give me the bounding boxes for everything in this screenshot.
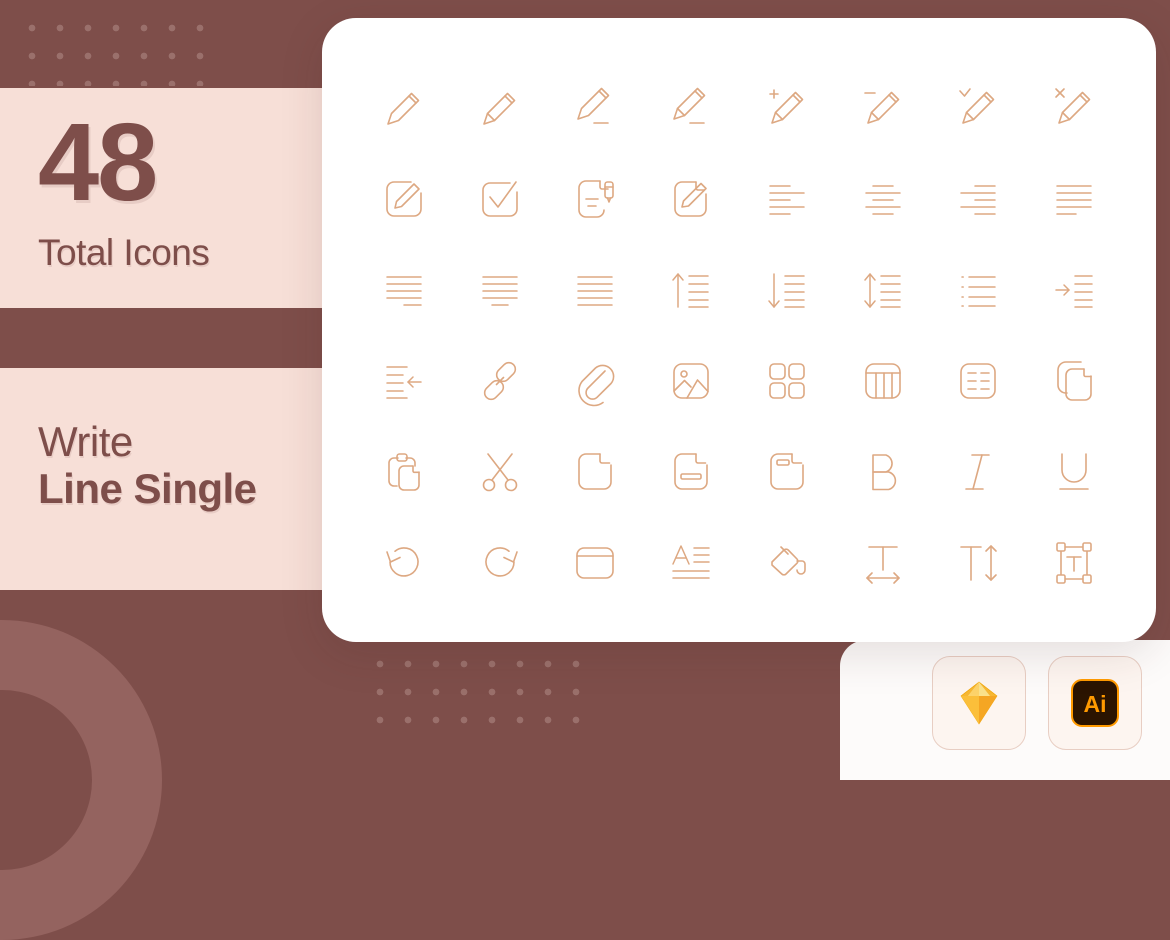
document-pencil-icon[interactable] — [566, 170, 624, 228]
icon-sheet — [322, 18, 1156, 642]
background-root: 48 Total Icons Write Line Single Ai — [0, 0, 1170, 940]
sort-descending-icon[interactable] — [758, 261, 816, 319]
pencil-check-icon[interactable] — [949, 79, 1007, 137]
sort-ascending-icon[interactable] — [662, 261, 720, 319]
file-icon[interactable] — [566, 443, 624, 501]
title-panel: Write Line Single — [0, 368, 330, 590]
window-card-icon[interactable] — [566, 534, 624, 592]
icon-grid — [322, 18, 1156, 642]
scissors-icon[interactable] — [471, 443, 529, 501]
align-justify-icon[interactable] — [1045, 170, 1103, 228]
paste-icon[interactable] — [375, 443, 433, 501]
image-icon[interactable] — [662, 352, 720, 410]
illustrator-badge-text: Ai — [1084, 691, 1107, 717]
pencil-close-icon[interactable] — [1045, 79, 1103, 137]
sketch-diamond-icon — [960, 681, 998, 725]
bullet-list-icon[interactable] — [949, 261, 1007, 319]
text-lines-left-icon[interactable] — [375, 261, 433, 319]
underline-icon[interactable] — [1045, 443, 1103, 501]
indent-decrease-icon[interactable] — [375, 352, 433, 410]
icon-count-value: 48 — [38, 101, 158, 224]
text-height-icon[interactable] — [949, 534, 1007, 592]
align-center-icon[interactable] — [854, 170, 912, 228]
pencil-remove-icon[interactable] — [854, 79, 912, 137]
document-edit-icon[interactable] — [662, 170, 720, 228]
dot-pattern-bottom-center — [362, 646, 588, 732]
illustrator-format-badge[interactable]: Ai — [1048, 656, 1142, 750]
link-icon[interactable] — [471, 352, 529, 410]
list-view-icon[interactable] — [949, 352, 1007, 410]
indent-increase-icon[interactable] — [1045, 261, 1103, 319]
text-lines-center-icon[interactable] — [471, 261, 529, 319]
pencil-icon[interactable] — [375, 79, 433, 137]
icon-set-style: Line Single — [38, 465, 257, 513]
grid-view-icon[interactable] — [758, 352, 816, 410]
text-box-icon[interactable] — [1045, 534, 1103, 592]
align-right-icon[interactable] — [949, 170, 1007, 228]
font-size-icon[interactable] — [662, 534, 720, 592]
text-width-icon[interactable] — [854, 534, 912, 592]
pencil-underline-icon[interactable] — [566, 79, 624, 137]
icon-count-caption: Total Icons — [38, 232, 210, 273]
bold-icon[interactable] — [854, 443, 912, 501]
divider-band — [0, 308, 330, 368]
stats-content: 48 Total Icons — [38, 101, 210, 274]
sketch-format-badge[interactable] — [932, 656, 1026, 750]
illustrator-ai-icon: Ai — [1071, 679, 1119, 727]
pencil-write-line-icon[interactable] — [662, 79, 720, 137]
attachment-icon[interactable] — [566, 352, 624, 410]
redo-icon[interactable] — [471, 534, 529, 592]
file-field-icon[interactable] — [662, 443, 720, 501]
formats-row: Ai — [932, 656, 1142, 750]
table-icon[interactable] — [854, 352, 912, 410]
pencil-filled-tip-icon[interactable] — [471, 79, 529, 137]
align-left-icon[interactable] — [758, 170, 816, 228]
dot-pattern-top-left — [14, 10, 210, 86]
text-lines-full-icon[interactable] — [566, 261, 624, 319]
edit-square-icon[interactable] — [375, 170, 433, 228]
line-spacing-icon[interactable] — [854, 261, 912, 319]
icon-set-category: Write — [38, 418, 133, 465]
stats-panel: 48 Total Icons — [0, 88, 330, 308]
file-header-icon[interactable] — [758, 443, 816, 501]
formats-card: Ai — [840, 640, 1170, 780]
copy-documents-icon[interactable] — [1045, 352, 1103, 410]
pencil-add-icon[interactable] — [758, 79, 816, 137]
check-square-icon[interactable] — [471, 170, 529, 228]
paint-bucket-icon[interactable] — [758, 534, 816, 592]
italic-icon[interactable] — [949, 443, 1007, 501]
undo-icon[interactable] — [375, 534, 433, 592]
title-content: Write Line Single — [38, 418, 257, 512]
